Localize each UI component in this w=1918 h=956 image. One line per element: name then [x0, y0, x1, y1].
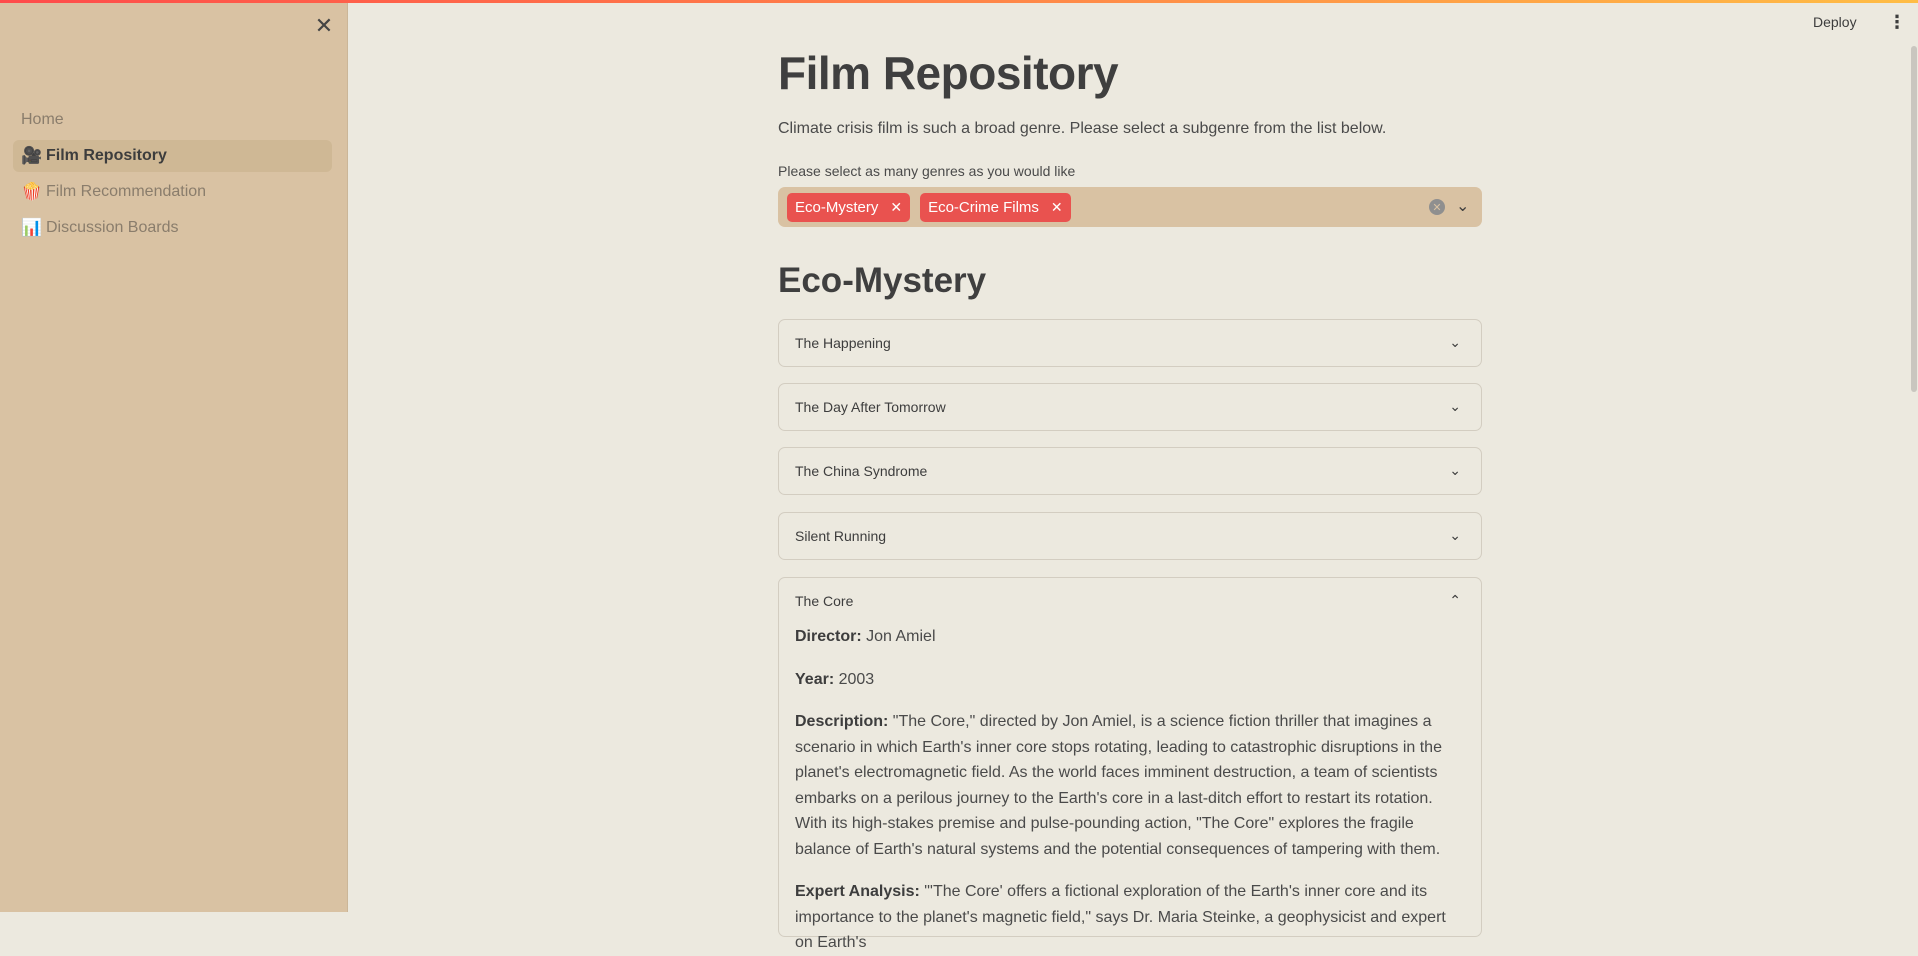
page-title: Film Repository	[778, 47, 1119, 99]
chevron-down-icon: ⌄	[1449, 527, 1461, 543]
expander-header[interactable]: Silent Running ⌄	[779, 513, 1481, 559]
sidebar-item-label: Discussion Boards	[46, 219, 179, 236]
bar-chart-icon: 📊	[21, 218, 43, 237]
description-value: "The Core," directed by Jon Amiel, is a …	[795, 713, 1442, 858]
sidebar-nav: Home 🎥 Film Repository 🍿 Film Recommenda…	[13, 104, 332, 248]
expander-header[interactable]: The China Syndrome ⌄	[779, 448, 1481, 494]
genre-chip-label: Eco-Crime Films	[928, 198, 1039, 216]
sidebar-item-label: Film Recommendation	[46, 183, 207, 200]
film-title: The Core	[795, 593, 854, 609]
film-expander[interactable]: The China Syndrome ⌄	[778, 447, 1482, 495]
deploy-button[interactable]: Deploy	[1813, 14, 1857, 30]
scrollbar[interactable]	[1911, 46, 1917, 392]
remove-chip-icon[interactable]: ✕	[1051, 199, 1063, 216]
description-label: Description:	[795, 713, 889, 730]
intro-text: Climate crisis film is such a broad genr…	[778, 120, 1387, 137]
film-title: The China Syndrome	[795, 463, 928, 479]
analysis-row: Expert Analysis: "'The Core' offers a fi…	[795, 879, 1465, 956]
chevron-down-icon: ⌄	[1449, 462, 1461, 478]
director-value: Jon Amiel	[866, 628, 936, 645]
description-row: Description: "The Core," directed by Jon…	[795, 709, 1465, 862]
movie-camera-icon: 🎥	[21, 146, 43, 165]
director-row: Director: Jon Amiel	[795, 624, 1465, 650]
genre-chip: Eco-Mystery ✕	[787, 192, 911, 222]
film-title: Silent Running	[795, 528, 887, 544]
chevron-down-icon[interactable]: ⌄	[1456, 196, 1469, 216]
genre-chip: Eco-Crime Films ✕	[920, 192, 1071, 222]
section-title: Eco-Mystery	[778, 261, 987, 300]
film-title: The Day After Tomorrow	[795, 399, 946, 415]
director-label: Director:	[795, 628, 862, 645]
year-label: Year:	[795, 670, 835, 688]
close-icon[interactable]: ✕	[313, 13, 335, 38]
film-title: The Happening	[795, 335, 891, 351]
chevron-up-icon: ⌃	[1449, 592, 1461, 608]
sidebar: ✕ Home 🎥 Film Repository 🍿 Film Recommen…	[0, 0, 348, 912]
sidebar-item-film-recommendation[interactable]: 🍿 Film Recommendation	[13, 176, 332, 208]
genre-select-label: Please select as many genres as you woul…	[778, 163, 1076, 179]
chevron-down-icon: ⌄	[1449, 398, 1461, 414]
analysis-label: Expert Analysis:	[795, 883, 920, 900]
sidebar-item-film-repository[interactable]: 🎥 Film Repository	[13, 140, 332, 172]
film-expander[interactable]: Silent Running ⌄	[778, 512, 1482, 560]
year-row: Year: 2003	[795, 667, 1465, 693]
genre-multiselect[interactable]: Eco-Mystery ✕ Eco-Crime Films ✕ ✕ ⌄	[778, 187, 1482, 227]
expander-header[interactable]: The Happening ⌄	[779, 320, 1481, 366]
film-expander[interactable]: The Day After Tomorrow ⌄	[778, 383, 1482, 431]
expander-header[interactable]: The Day After Tomorrow ⌄	[779, 384, 1481, 430]
popcorn-icon: 🍿	[21, 182, 43, 201]
expander-body: Director: Jon Amiel Year: 2003 Descripti…	[779, 624, 1481, 956]
chevron-down-icon: ⌄	[1449, 334, 1461, 350]
genre-chip-label: Eco-Mystery	[795, 198, 879, 216]
film-expander[interactable]: The Happening ⌄	[778, 319, 1482, 367]
sidebar-item-home[interactable]: Home	[13, 104, 332, 136]
film-expander-expanded[interactable]: The Core ⌃ Director: Jon Amiel Year: 200…	[778, 577, 1482, 951]
top-accent-bar	[0, 0, 1918, 3]
more-menu-icon[interactable]: ⋮	[1888, 13, 1906, 31]
sidebar-item-label: Film Repository	[46, 147, 167, 164]
year-value: 2003	[838, 670, 875, 688]
sidebar-item-label: Home	[21, 111, 64, 128]
remove-chip-icon[interactable]: ✕	[890, 199, 902, 216]
clear-all-icon[interactable]: ✕	[1429, 199, 1445, 215]
sidebar-item-discussion-boards[interactable]: 📊 Discussion Boards	[13, 212, 332, 244]
expander-header[interactable]: The Core ⌃	[779, 578, 1481, 624]
